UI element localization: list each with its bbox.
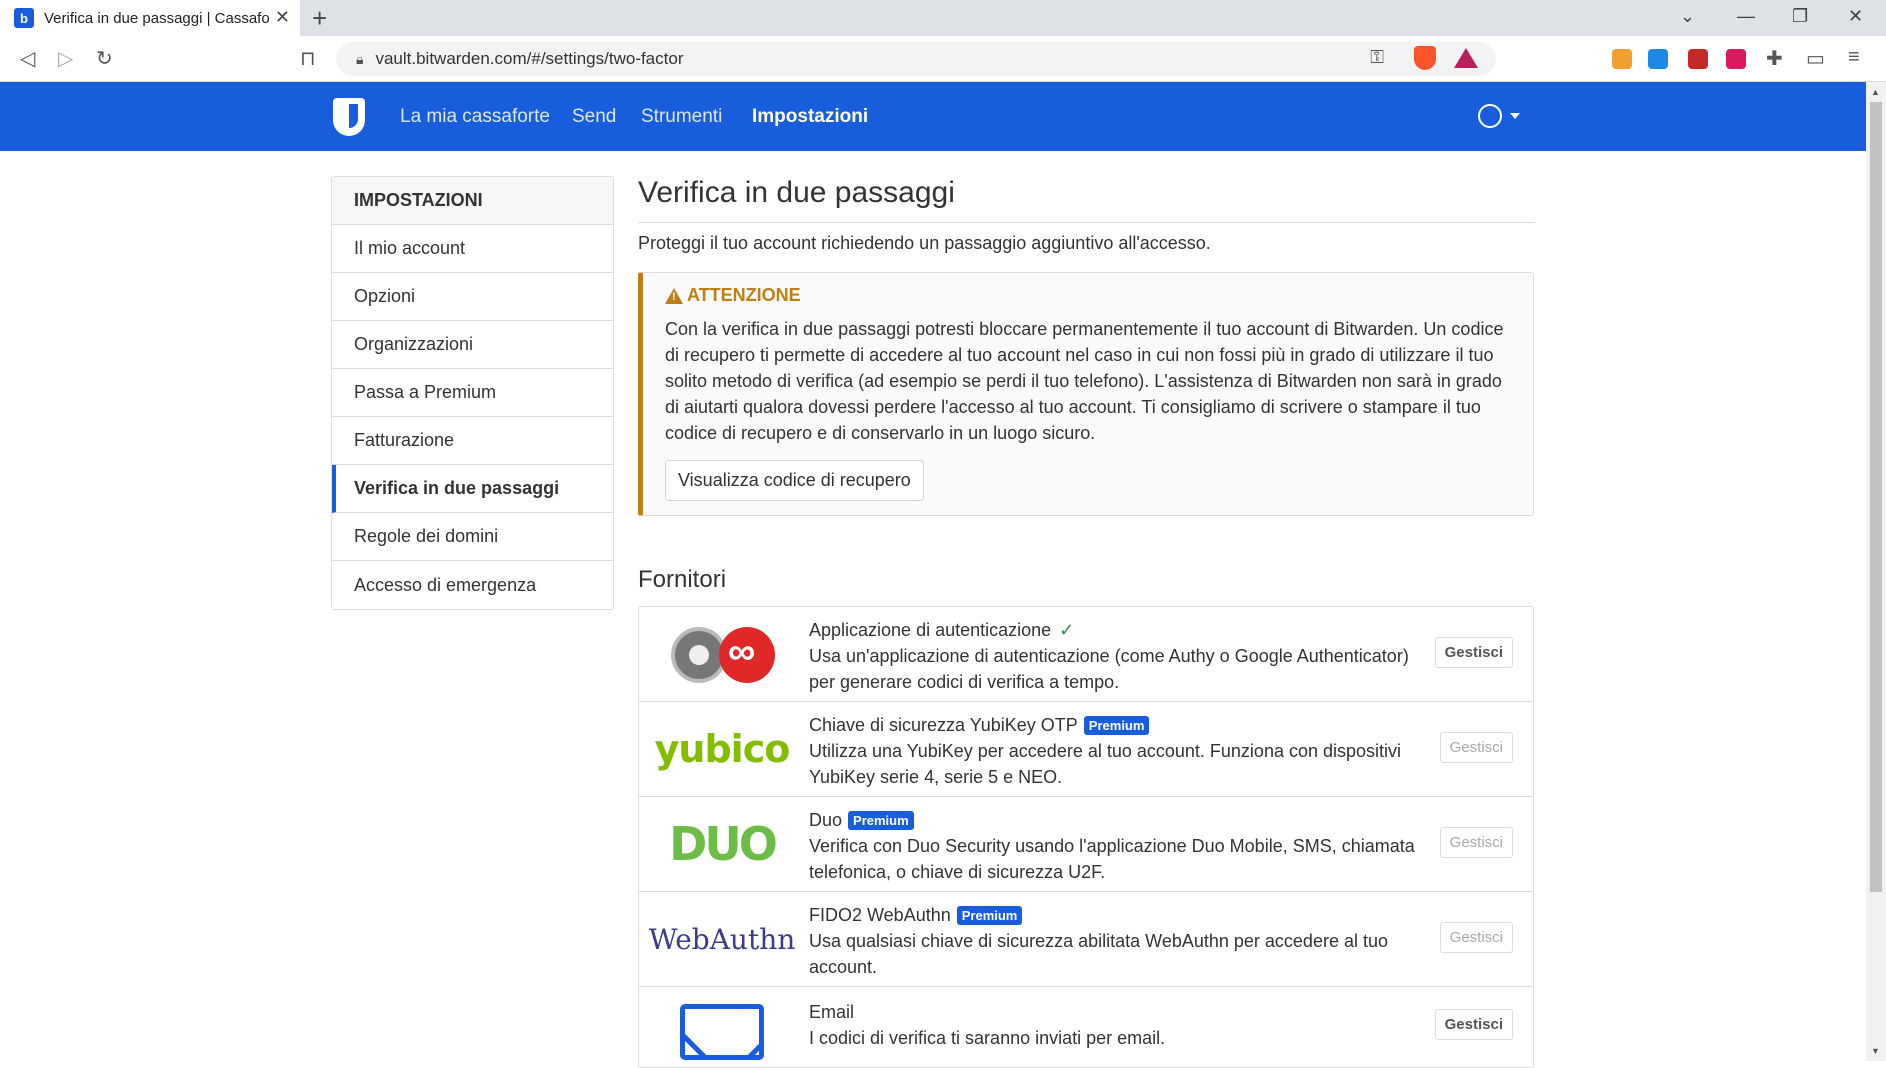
scroll-up-icon[interactable]: ▲ — [1871, 87, 1880, 97]
reload-icon[interactable]: ↻ — [96, 46, 113, 71]
extension-icon[interactable] — [1648, 49, 1668, 69]
page-description: Proteggi il tuo account richiedendo un p… — [638, 233, 1211, 253]
bookmark-icon[interactable]: ⊓ — [300, 46, 316, 71]
provider-name: FIDO2 WebAuthn — [809, 905, 951, 925]
check-icon: ✓ — [1059, 620, 1075, 640]
brave-rewards-icon[interactable] — [1454, 48, 1478, 68]
premium-badge: Premium — [956, 905, 1023, 925]
app-navbar: La mia cassaforte Send Strumenti Imposta… — [0, 82, 1866, 151]
brave-shield-icon[interactable] — [1414, 46, 1436, 70]
nav-send[interactable]: Send — [572, 106, 616, 128]
provider-name: Email — [809, 1002, 855, 1022]
key-icon[interactable]: ⚿ — [1370, 47, 1384, 68]
wallet-icon[interactable]: ▭ — [1806, 46, 1825, 71]
manage-button[interactable]: Gestisci — [1439, 732, 1513, 763]
sidebar-item-billing[interactable]: Fatturazione — [332, 417, 613, 465]
manage-button[interactable]: Gestisci — [1439, 827, 1513, 858]
main-content: Verifica in due passaggi Proteggi il tuo… — [638, 176, 1534, 1068]
yubico-logo-text: yubico — [654, 727, 791, 771]
provider-name: Chiave di sicurezza YubiKey OTP — [809, 715, 1078, 735]
extension-icon[interactable] — [1612, 49, 1632, 69]
envelope-icon — [680, 1004, 764, 1060]
tab-title: Verifica in due passaggi | Cassafor — [44, 9, 269, 27]
settings-sidebar: IMPOSTAZIONI Il mio account Opzioni Orga… — [331, 176, 614, 610]
puzzle-icon[interactable]: ✚ — [1766, 46, 1783, 71]
provider-description: Verifica con Duo Security usando l'appli… — [809, 836, 1415, 882]
authenticator-logo — [657, 619, 787, 689]
manage-button[interactable]: Gestisci — [1439, 922, 1513, 953]
webauthn-logo: WebAuthn — [649, 904, 796, 974]
manage-button[interactable]: Gestisci — [1434, 1009, 1513, 1040]
provider-email: Email I codici di verifica ti saranno in… — [639, 987, 1533, 1067]
provider-description: Usa qualsiasi chiave di sicurezza abilit… — [809, 931, 1388, 977]
back-icon[interactable]: ◁ — [20, 46, 35, 71]
warning-icon — [665, 287, 683, 304]
provider-authenticator: Applicazione di autenticazione ✓ Usa un'… — [639, 607, 1533, 702]
sidebar-item-emergency-access[interactable]: Accesso di emergenza — [332, 561, 613, 609]
chevron-down-icon[interactable] — [1510, 113, 1520, 119]
url-bar[interactable]: 🔒︎ vault.bitwarden.com/#/settings/two-fa… — [336, 42, 1496, 76]
forward-icon[interactable]: ▷ — [58, 46, 73, 71]
manage-button[interactable]: Gestisci — [1434, 637, 1513, 668]
close-window-icon[interactable]: ✕ — [1848, 6, 1863, 27]
restore-icon[interactable]: ❐ — [1792, 6, 1808, 27]
sidebar-heading: IMPOSTAZIONI — [332, 177, 613, 225]
extension-icon[interactable] — [1726, 49, 1746, 69]
url-text[interactable]: vault.bitwarden.com/#/settings/two-facto… — [375, 49, 683, 69]
duo-logo: DUO — [657, 809, 787, 879]
browser-tab[interactable]: b Verifica in due passaggi | Cassafor ✕ — [0, 0, 300, 36]
browser-tab-bar: b Verifica in due passaggi | Cassafor ✕ … — [0, 0, 1886, 36]
providers-list: Applicazione di autenticazione ✓ Usa un'… — [638, 606, 1534, 1068]
tab-search-icon[interactable]: ⌄ — [1680, 6, 1695, 27]
webauthn-logo-text: WebAuthn — [648, 922, 796, 956]
sidebar-item-my-account[interactable]: Il mio account — [332, 225, 613, 273]
provider-name: Applicazione di autenticazione — [809, 620, 1052, 640]
providers-title: Fornitori — [638, 566, 727, 593]
scrollbar[interactable]: ▲ ▼ — [1866, 82, 1886, 1061]
bitwarden-favicon-icon: b — [14, 8, 34, 28]
provider-webauthn: WebAuthn FIDO2 WebAuthn Premium Usa qual… — [639, 892, 1533, 987]
sidebar-item-premium[interactable]: Passa a Premium — [332, 369, 613, 417]
sidebar-item-organizations[interactable]: Organizzazioni — [332, 321, 613, 369]
warning-title: ATTENZIONE — [665, 285, 1511, 306]
duo-logo-text: DUO — [669, 817, 778, 871]
provider-duo: DUO Duo Premium Verifica con Duo Securit… — [639, 797, 1533, 892]
sidebar-item-two-step[interactable]: Verifica in due passaggi — [332, 465, 613, 513]
extension-icon[interactable] — [1688, 49, 1708, 69]
premium-badge: Premium — [1083, 715, 1150, 735]
scroll-down-icon[interactable]: ▼ — [1871, 1046, 1880, 1056]
bitwarden-logo-icon[interactable] — [333, 98, 365, 136]
nav-tools[interactable]: Strumenti — [641, 106, 722, 128]
new-tab-icon[interactable]: + — [312, 3, 327, 34]
authenticator-app-icon — [667, 624, 777, 684]
menu-icon[interactable]: ≡ — [1848, 46, 1860, 69]
nav-settings[interactable]: Impostazioni — [752, 106, 868, 128]
page-title: Verifica in due passaggi — [638, 176, 1534, 223]
warning-body: Con la verifica in due passaggi potresti… — [665, 319, 1504, 443]
yubico-logo: yubico — [654, 714, 791, 784]
minimize-icon[interactable]: — — [1737, 6, 1755, 27]
lock-icon: 🔒︎ — [356, 50, 364, 67]
warning-callout: ATTENZIONE Con la verifica in due passag… — [638, 272, 1534, 516]
provider-description: Usa un'applicazione di autenticazione (c… — [809, 646, 1409, 692]
scrollbar-thumb[interactable] — [1870, 102, 1882, 892]
nav-vault[interactable]: La mia cassaforte — [400, 106, 550, 128]
premium-badge: Premium — [848, 810, 914, 830]
sidebar-item-domain-rules[interactable]: Regole dei domini — [332, 513, 613, 561]
sidebar-item-options[interactable]: Opzioni — [332, 273, 613, 321]
provider-name: Duo — [809, 810, 843, 830]
provider-yubikey: yubico Chiave di sicurezza YubiKey OTP P… — [639, 702, 1533, 797]
provider-description: I codici di verifica ti saranno inviati … — [809, 1028, 1166, 1048]
address-bar: ◁ ▷ ↻ ⊓ 🔒︎ vault.bitwarden.com/#/setting… — [0, 36, 1886, 82]
warning-title-text: ATTENZIONE — [687, 285, 801, 305]
provider-description: Utilizza una YubiKey per accedere al tuo… — [809, 741, 1402, 787]
close-tab-icon[interactable]: ✕ — [275, 7, 290, 28]
view-recovery-code-button[interactable]: Visualizza codice di recupero — [665, 460, 924, 501]
account-icon[interactable] — [1478, 104, 1502, 128]
email-logo — [657, 997, 787, 1067]
